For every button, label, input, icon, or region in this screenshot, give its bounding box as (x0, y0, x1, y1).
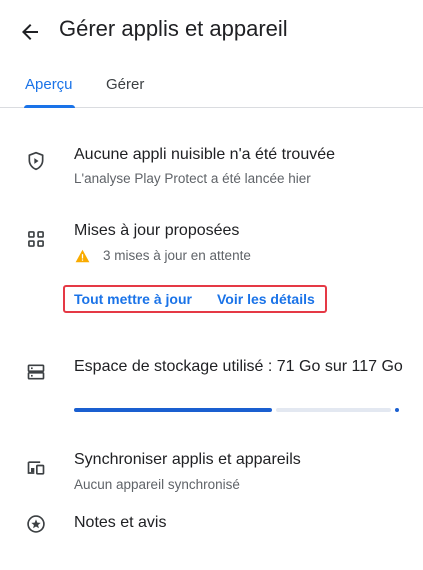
tab-bar: Aperçu Gérer (0, 64, 423, 108)
active-tab-indicator (24, 105, 75, 108)
apps-grid-icon (28, 231, 44, 247)
star-circle-icon (27, 515, 45, 533)
storage-progress-bar (74, 408, 399, 412)
storage-progress-free (276, 408, 391, 412)
view-details-button[interactable]: Voir les détails (217, 291, 315, 307)
devices-icon (27, 461, 45, 475)
ratings-title: Notes et avis (74, 514, 167, 531)
updates-status: 3 mises à jour en attente (103, 248, 251, 263)
update-all-button[interactable]: Tout mettre à jour (74, 291, 192, 307)
sync-subtitle: Aucun appareil synchronisé (74, 477, 240, 492)
sync-title: Synchroniser applis et appareils (74, 451, 301, 468)
page-title: Gérer applis et appareil (59, 16, 288, 41)
storage-icon (27, 364, 45, 380)
storage-progress-used (74, 408, 272, 412)
storage-progress-end-dot (395, 408, 399, 412)
shield-play-icon (28, 151, 44, 171)
tab-overview[interactable]: Aperçu (25, 76, 73, 93)
updates-title: Mises à jour proposées (74, 222, 240, 239)
app-bar: Gérer applis et appareil (0, 0, 423, 64)
protect-title: Aucune appli nuisible n'a été trouvée (74, 146, 336, 163)
manage-apps-screen: Gérer applis et appareil Aperçu Gérer Au… (0, 0, 423, 570)
warning-triangle-icon (75, 249, 90, 263)
protect-subtitle: L'analyse Play Protect a été lancée hier (74, 171, 311, 186)
storage-title: Espace de stockage utilisé : 71 Go sur 1… (74, 358, 403, 375)
tab-manage[interactable]: Gérer (106, 76, 144, 93)
arrow-back-icon[interactable] (18, 20, 42, 44)
